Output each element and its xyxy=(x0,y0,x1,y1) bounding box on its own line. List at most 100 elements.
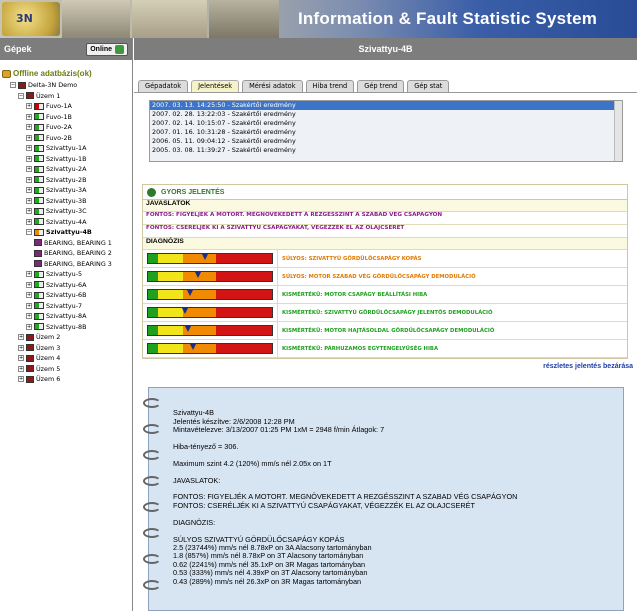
quick-report: GYORS JELENTÉS JAVASLATOK FONTOS: FIGYEL… xyxy=(142,184,628,359)
tree-node-label: Szivattyu-1B xyxy=(46,154,87,163)
close-detailed-report-link[interactable]: részletes jelentés bezárása xyxy=(543,363,633,370)
tab-2[interactable]: Mérési adatok xyxy=(242,80,303,92)
expand-icon[interactable]: + xyxy=(26,208,32,215)
report-item[interactable]: 2007. 01. 16. 10:31:28 - Szakértői eredm… xyxy=(150,128,614,137)
machine-status-icon xyxy=(34,218,44,226)
tab-3[interactable]: Hiba trend xyxy=(305,80,355,92)
tab-0[interactable]: Gépadatok xyxy=(138,80,189,92)
offline-db-node[interactable]: Offline adatbázis(ok) xyxy=(0,67,132,80)
tree-node[interactable]: + Szivattyu-1A xyxy=(0,143,132,154)
tab-5[interactable]: Gép stat xyxy=(407,80,450,92)
tree-node[interactable]: + Fuvo-2B xyxy=(0,133,132,144)
tree-node-label: Szivattyu-3C xyxy=(46,207,87,216)
machines-header: Gépek Online xyxy=(0,38,132,60)
report-max-level: Maximum szint 4.2 (120%) mm/s nél 2.05x … xyxy=(173,458,332,468)
tab-1[interactable]: Jelentések xyxy=(191,80,240,92)
tree-node[interactable]: + Üzem 3 xyxy=(0,343,132,354)
expand-icon[interactable]: + xyxy=(26,103,32,110)
severity-bar xyxy=(147,289,273,300)
tree-node[interactable]: + Szivattyu-6A xyxy=(0,280,132,291)
expand-icon[interactable]: + xyxy=(26,187,32,194)
machine-status-icon xyxy=(34,270,44,278)
report-item[interactable]: 2007. 02. 28. 13:22:03 - Szakértői eredm… xyxy=(150,110,614,119)
tree-node[interactable]: + Szivattyu-6B xyxy=(0,290,132,301)
expand-icon[interactable]: + xyxy=(26,271,32,278)
notebook-ring xyxy=(143,398,161,408)
tree-node[interactable]: + Szivattyu-4A xyxy=(0,217,132,228)
tree-bearing[interactable]: BEARING, BEARING 1 xyxy=(0,238,132,249)
tree-node[interactable]: + Szivattyu-3C xyxy=(0,206,132,217)
tree-bearing[interactable]: BEARING, BEARING 3 xyxy=(0,259,132,270)
tree-node[interactable]: + Üzem 5 xyxy=(0,364,132,375)
header-photo xyxy=(62,0,130,38)
tree-node[interactable]: + Üzem 4 xyxy=(0,353,132,364)
expand-icon[interactable]: + xyxy=(26,124,32,131)
machines-panel: Gépek Online Offline adatbázis(ok) − Delta… xyxy=(0,38,133,611)
expand-icon[interactable]: + xyxy=(26,155,32,162)
collapse-icon[interactable]: − xyxy=(26,229,32,236)
expand-icon[interactable]: + xyxy=(26,176,32,183)
tree-node[interactable]: + Szivattyu-2A xyxy=(0,164,132,175)
tree-node[interactable]: + Fuvo-1B xyxy=(0,112,132,123)
tree-node-label: Szivattyu-5 xyxy=(46,270,83,279)
expand-icon[interactable]: + xyxy=(26,134,32,141)
report-rec-2: FONTOS: CSERÉLJÉK KI A SZIVATTYÚ CSAPÁGY… xyxy=(173,500,475,510)
expand-icon[interactable]: + xyxy=(26,197,32,204)
app-banner: 3N Information & Fault Statistic System xyxy=(0,0,637,38)
tree-node[interactable]: + Szivattyu-3B xyxy=(0,196,132,207)
tab-4[interactable]: Gép trend xyxy=(357,80,405,92)
report-item[interactable]: 2005. 03. 08. 11:39:27 - Szakértői eredm… xyxy=(150,146,614,155)
tree-node[interactable]: − Üzem 1 xyxy=(0,91,132,102)
tree-node[interactable]: + Fuvo-2A xyxy=(0,122,132,133)
tree-node-label: Szivattyu-7 xyxy=(46,301,83,310)
expand-icon[interactable]: + xyxy=(26,113,32,120)
report-list[interactable]: 2007. 03. 13. 14:25:50 - Szakértői eredm… xyxy=(149,100,623,162)
header-photo xyxy=(209,0,279,38)
expand-icon[interactable]: + xyxy=(18,355,24,362)
report-item[interactable]: 2007. 02. 14. 10:15:07 - Szakértői eredm… xyxy=(150,119,614,128)
tree-node[interactable]: + Fuvo-1A xyxy=(0,101,132,112)
expand-icon[interactable]: + xyxy=(26,323,32,330)
tree-node[interactable]: + Szivattyu-8A xyxy=(0,311,132,322)
notebook-ring xyxy=(143,476,161,486)
collapse-icon[interactable]: − xyxy=(18,92,24,99)
recommendations-heading: JAVASLATOK xyxy=(143,200,627,212)
tree-node[interactable]: + Szivattyu-1B xyxy=(0,154,132,165)
tree-node[interactable]: + Szivattyu-3A xyxy=(0,185,132,196)
diagnosis-heading: DIAGNÓZIS xyxy=(143,238,627,250)
expand-icon[interactable]: + xyxy=(18,344,24,351)
diagnosis-text: KISMÉRTÉKŰ: PÁRHUZAMOS EGYTENGELYŰSÉG HI… xyxy=(282,345,439,352)
report-item[interactable]: 2007. 03. 13. 14:25:50 - Szakértői eredm… xyxy=(150,101,614,110)
expand-icon[interactable]: + xyxy=(26,145,32,152)
tree-node-label: BEARING, BEARING 1 xyxy=(44,238,112,247)
machine-status-icon xyxy=(34,228,44,236)
expand-icon[interactable]: + xyxy=(26,302,32,309)
severity-segment xyxy=(157,272,183,281)
tree-node[interactable]: + Üzem 2 xyxy=(0,332,132,343)
tree-node[interactable]: + Szivattyu-2B xyxy=(0,175,132,186)
tree-node[interactable]: + Szivattyu-5 xyxy=(0,269,132,280)
machine-status-icon xyxy=(34,323,44,331)
expand-icon[interactable]: + xyxy=(26,166,32,173)
tree-node[interactable]: − Delta-3N Demo xyxy=(0,80,132,91)
tree-node[interactable]: + Szivattyu-8B xyxy=(0,322,132,333)
expand-icon[interactable]: + xyxy=(26,281,32,288)
expand-icon[interactable]: + xyxy=(26,313,32,320)
expand-icon[interactable]: + xyxy=(18,376,24,383)
report-list-scrollbar[interactable] xyxy=(614,101,622,161)
tree-node[interactable]: + Szivattyu-7 xyxy=(0,301,132,312)
expand-icon[interactable]: + xyxy=(26,218,32,225)
report-item[interactable]: 2006. 05. 11. 09:04:12 - Szakértői eredm… xyxy=(150,137,614,146)
tree-node[interactable]: + Üzem 6 xyxy=(0,374,132,385)
tree-bearing[interactable]: BEARING, BEARING 2 xyxy=(0,248,132,259)
tree-node[interactable]: − Szivattyu-4B xyxy=(0,227,132,238)
bearing-icon xyxy=(34,260,42,268)
expand-icon[interactable]: + xyxy=(18,334,24,341)
report-rec-title: JAVASLATOK: xyxy=(173,475,221,485)
expand-icon[interactable]: + xyxy=(18,365,24,372)
tree-node-label: Offline adatbázis(ok) xyxy=(13,69,92,78)
expand-icon[interactable]: + xyxy=(26,292,32,299)
severity-segment xyxy=(216,326,272,335)
collapse-icon[interactable]: − xyxy=(10,82,16,89)
online-button[interactable]: Online xyxy=(86,42,128,56)
